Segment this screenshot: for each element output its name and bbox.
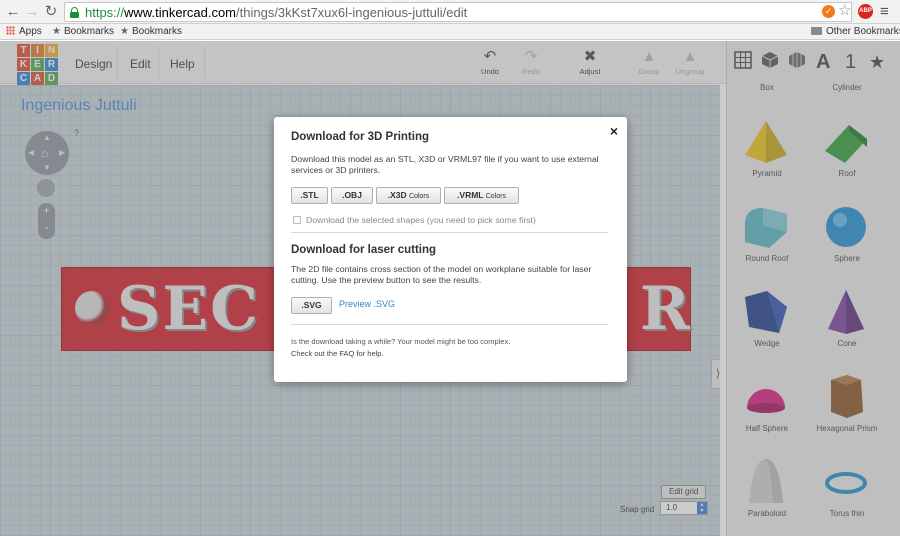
bookmarks-bar: Apps ★ Bookmarks ★ Bookmarks Other Bookmar…: [0, 24, 900, 40]
close-dialog-icon[interactable]: ×: [610, 123, 618, 139]
download-stl-button[interactable]: .STL: [291, 187, 328, 204]
bookmark-star-icon[interactable]: ☆: [838, 1, 851, 21]
laser-cutting-title: Download for laser cutting: [291, 244, 437, 256]
download-dialog: × Download for 3D Printing Download this…: [274, 117, 627, 382]
faq-link[interactable]: Check out the FAQ for help.: [291, 348, 606, 359]
slow-download-note: Is the download taking a while? Your mod…: [291, 337, 511, 346]
download-3d-description: Download this model as an STL, X3D or VR…: [291, 154, 599, 175]
download-vrml-button[interactable]: .VRML Colors: [444, 187, 519, 204]
reload-icon[interactable]: ↻: [43, 3, 59, 21]
download-obj-button[interactable]: .OBJ: [331, 187, 373, 204]
download-svg-button[interactable]: .SVG: [291, 297, 332, 314]
star-icon: ★: [52, 26, 61, 37]
adblock-icon[interactable]: ABP: [858, 4, 873, 19]
star-icon: ★: [120, 26, 129, 37]
download-3d-title: Download for 3D Printing: [291, 131, 429, 143]
lock-icon: [70, 7, 79, 18]
download-x3d-button[interactable]: .X3D Colors: [376, 187, 441, 204]
apps-grid-icon: [6, 26, 15, 35]
extension-icon[interactable]: ✓: [822, 5, 835, 18]
laser-cutting-description: The 2D file contains cross section of th…: [291, 264, 592, 285]
back-icon[interactable]: ←: [5, 3, 21, 21]
bookmark-folder-2[interactable]: ★ Bookmarks: [120, 25, 182, 39]
other-bookmarks[interactable]: Other Bookmarks: [811, 25, 900, 39]
selected-shapes-option[interactable]: Download the selected shapes (you need t…: [293, 215, 536, 225]
url-text[interactable]: https://www.tinkercad.com/things/3kKst7x…: [85, 5, 467, 21]
browser-menu-icon[interactable]: ≡: [880, 3, 889, 21]
forward-icon[interactable]: →: [24, 3, 40, 21]
bookmark-folder-1[interactable]: ★ Bookmarks: [52, 25, 114, 39]
bookmark-apps[interactable]: Apps: [6, 25, 42, 39]
folder-icon: [811, 27, 822, 35]
preview-svg-link[interactable]: Preview .SVG: [339, 299, 395, 309]
address-bar[interactable]: https://www.tinkercad.com/things/3kKst7x…: [64, 2, 852, 22]
selected-shapes-checkbox[interactable]: [293, 216, 301, 224]
browser-toolbar: ← → ↻ https://www.tinkercad.com/things/3…: [0, 0, 900, 24]
